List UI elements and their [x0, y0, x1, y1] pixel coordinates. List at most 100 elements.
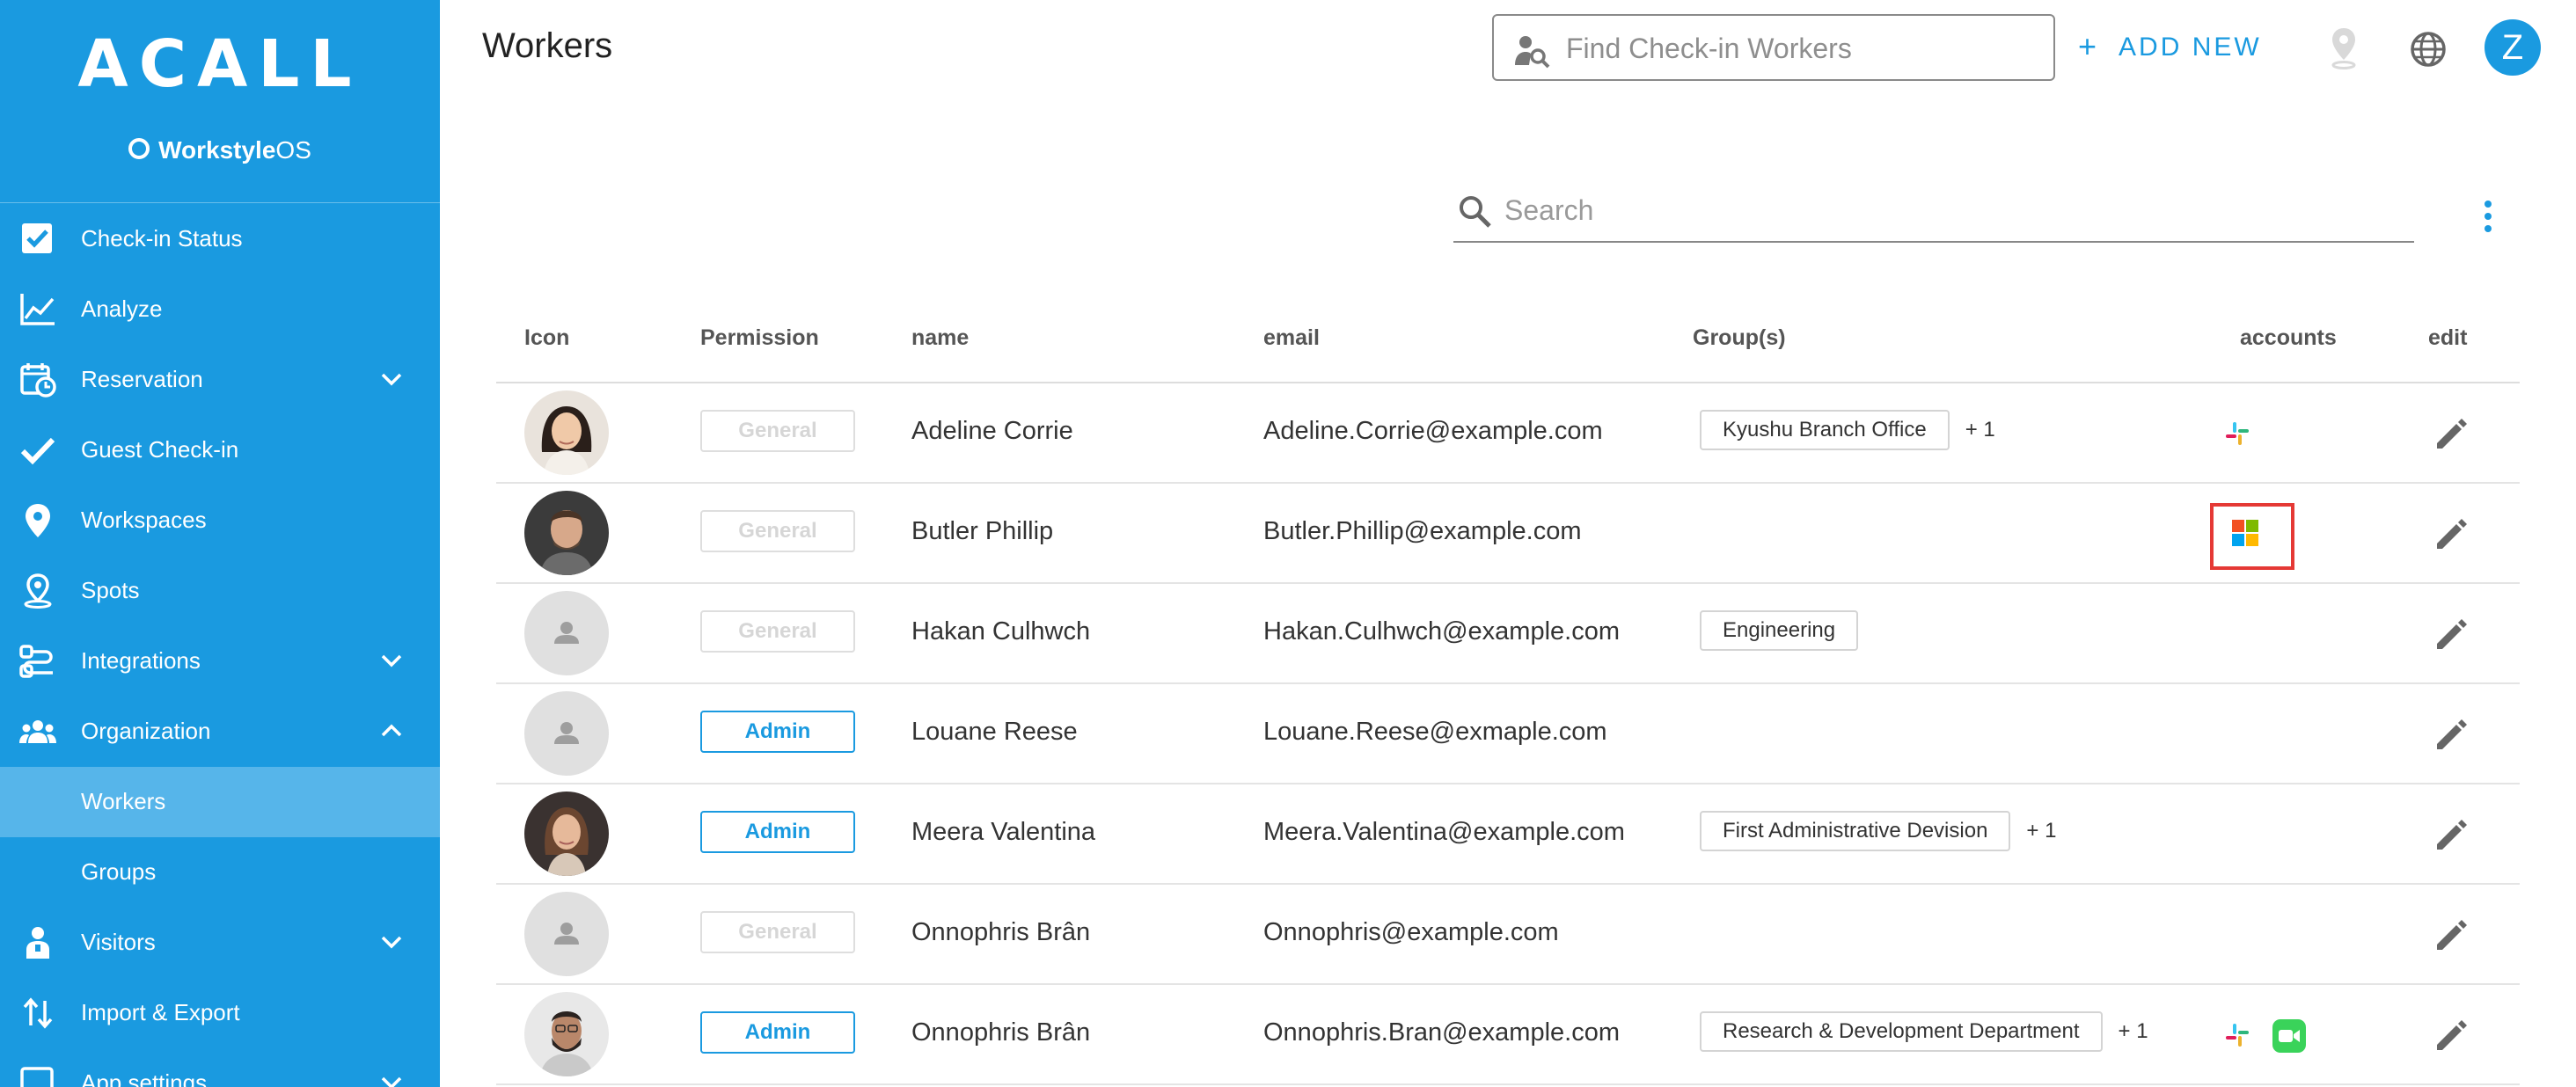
chart-icon	[20, 294, 55, 325]
sidebar-item-check-in-status[interactable]: Check-in Status	[0, 204, 440, 274]
more-groups-count: + 1	[1965, 418, 1995, 441]
sidebar-item-label: Spots	[81, 577, 140, 603]
table-row[interactable]: General Hakan Culhwch Hakan.Culhwch@exam…	[496, 584, 2520, 684]
sidebar-item-label: Guest Check-in	[81, 436, 239, 463]
permission-badge: Admin	[700, 711, 855, 753]
group-chip: First Administrative Devision	[1700, 811, 2011, 851]
sidebar-nav: Check-in Status Analyze Reservation Gues…	[0, 204, 440, 1087]
worker-email: Hakan.Culhwch@example.com	[1263, 617, 1620, 646]
worker-name: Onnophris Brân	[911, 1018, 1091, 1047]
pencil-edit-icon[interactable]	[2432, 413, 2470, 452]
default-person-icon	[554, 923, 579, 945]
worker-name: Louane Reese	[911, 718, 1078, 746]
chevron-down-icon[interactable]	[378, 1069, 405, 1087]
search-field[interactable]	[1453, 183, 2414, 243]
column-header-accounts: accounts	[2240, 325, 2337, 350]
permission-badge: General	[700, 610, 855, 653]
pencil-edit-icon[interactable]	[2432, 1015, 2470, 1054]
table-row[interactable]: Admin Onnophris Brân Onnophris.Bran@exam…	[496, 985, 2520, 1085]
table-row[interactable]: Admin Meera Valentina Meera.Valentina@ex…	[496, 784, 2520, 885]
location-pin-icon	[26, 504, 50, 537]
sidebar-item-integrations[interactable]: Integrations	[0, 626, 440, 697]
sidebar-item-workers[interactable]: Workers	[0, 767, 440, 837]
pencil-edit-icon[interactable]	[2432, 614, 2470, 653]
highlight-box	[2210, 503, 2294, 570]
sidebar-item-analyze[interactable]: Analyze	[0, 274, 440, 345]
globe-icon[interactable]	[2409, 30, 2448, 69]
brand-sub-regular: OS	[275, 136, 311, 164]
column-header-icon: Icon	[524, 325, 570, 350]
group-cell: Kyushu Branch Office + 1	[1700, 408, 1995, 452]
sidebar-item-label: Import & Export	[81, 999, 240, 1025]
table-row[interactable]: General Butler Phillip Butler.Phillip@ex…	[496, 484, 2520, 584]
pencil-edit-icon[interactable]	[2432, 514, 2470, 552]
pencil-edit-icon[interactable]	[2432, 714, 2470, 753]
more-groups-count: + 1	[2118, 1019, 2148, 1043]
avatar	[524, 691, 609, 776]
worker-name: Onnophris Brân	[911, 918, 1091, 946]
column-header-name: name	[911, 325, 970, 350]
chevron-down-icon[interactable]	[378, 366, 405, 392]
person-search-icon	[1515, 36, 1550, 69]
sidebar-item-organization[interactable]: Organization	[0, 697, 440, 767]
find-check-in-workers-input[interactable]	[1564, 28, 2043, 69]
accounts-cell	[2222, 1013, 2381, 1057]
sidebar-item-label: Workers	[81, 788, 166, 814]
location-pin-icon[interactable]	[2328, 26, 2360, 70]
pencil-edit-icon[interactable]	[2432, 814, 2470, 853]
accounts-cell	[2210, 503, 2381, 570]
column-header-permission: Permission	[700, 325, 819, 350]
sidebar-item-label: Visitors	[81, 929, 156, 955]
sidebar-item-spots[interactable]: Spots	[0, 556, 440, 626]
worker-name: Butler Phillip	[911, 517, 1054, 545]
woman-photo-icon	[524, 792, 609, 876]
worker-email: Onnophris@example.com	[1263, 918, 1559, 946]
column-header-edit: edit	[2428, 325, 2468, 350]
workstyleos-logo: WorkstyleOS	[0, 136, 440, 164]
sidebar-item-import-export[interactable]: Import & Export	[0, 978, 440, 1048]
search-icon	[1460, 196, 1491, 228]
table-row[interactable]: Admin Louane Reese Louane.Reese@exmaple.…	[496, 684, 2520, 784]
find-check-in-workers-field[interactable]	[1492, 14, 2055, 81]
more-groups-count: + 1	[2026, 819, 2057, 843]
workers-table: Icon Permission name email Group(s) acco…	[496, 313, 2520, 1085]
people-icon	[19, 720, 56, 743]
chevron-down-icon[interactable]	[378, 929, 405, 955]
table-row[interactable]: General Adeline Corrie Adeline.Corrie@ex…	[496, 383, 2520, 484]
pencil-edit-icon[interactable]	[2432, 915, 2470, 953]
chevron-down-icon[interactable]	[378, 647, 405, 674]
chevron-up-icon[interactable]	[378, 718, 405, 744]
workstyleos-mark-icon	[128, 138, 150, 159]
sidebar-item-label: Organization	[81, 718, 211, 744]
table-row[interactable]: General Onnophris Brân Onnophris@example…	[496, 885, 2520, 985]
plus-icon: +	[2078, 28, 2100, 64]
sidebar-item-reservation[interactable]: Reservation	[0, 345, 440, 415]
sidebar-item-groups[interactable]: Groups	[0, 837, 440, 908]
sidebar-item-label: App settings	[81, 1069, 208, 1087]
permission-badge: General	[700, 510, 855, 552]
sidebar-item-label: Reservation	[81, 366, 203, 392]
sidebar-item-app-settings[interactable]: App settings	[0, 1048, 440, 1087]
acall-logo: ACALL	[77, 26, 362, 102]
group-chip: Kyushu Branch Office	[1700, 410, 1950, 450]
app-settings-icon	[20, 1067, 54, 1087]
default-person-icon	[554, 622, 579, 644]
brand-header: ACALL WorkstyleOS	[0, 0, 440, 203]
sidebar-item-visitors[interactable]: Visitors	[0, 908, 440, 978]
sidebar-item-workspaces[interactable]: Workspaces	[0, 485, 440, 556]
worker-name: Adeline Corrie	[911, 417, 1073, 445]
user-avatar[interactable]: Z	[2485, 19, 2541, 76]
facetime-icon	[2272, 1019, 2306, 1053]
sidebar-item-guest-check-in[interactable]: Guest Check-in	[0, 415, 440, 485]
permission-badge: Admin	[700, 1011, 855, 1054]
sidebar-item-label: Integrations	[81, 647, 201, 674]
accounts-cell	[2222, 412, 2381, 456]
worker-name: Hakan Culhwch	[911, 617, 1091, 646]
more-options-icon[interactable]	[2477, 201, 2499, 236]
permission-badge: General	[700, 410, 855, 452]
calendar-clock-icon	[20, 363, 56, 398]
worker-email: Butler.Phillip@example.com	[1263, 517, 1582, 545]
add-new-button[interactable]: + ADD NEW	[2078, 28, 2262, 65]
search-input[interactable]	[1503, 190, 2404, 230]
brand-sub-bold: Workstyle	[158, 136, 276, 164]
